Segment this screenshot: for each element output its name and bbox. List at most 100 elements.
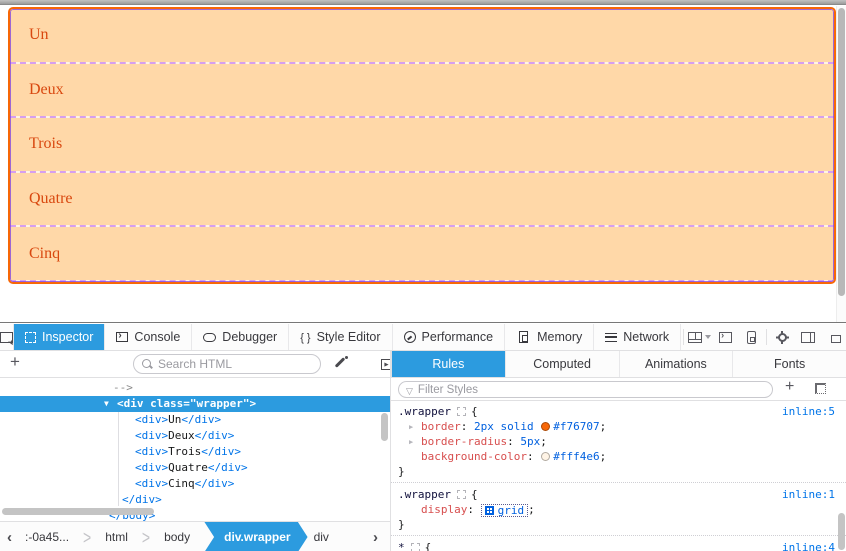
color-swatch[interactable] — [541, 422, 550, 431]
color-swatch[interactable] — [541, 452, 550, 461]
console-icon — [116, 332, 128, 342]
split-console-button[interactable] — [712, 324, 738, 350]
search-html-box[interactable] — [133, 354, 321, 374]
tab-label: Performance — [422, 330, 494, 344]
property-name: border — [421, 420, 461, 433]
property-value: #f76707 — [553, 420, 599, 433]
highlighter-icon[interactable] — [457, 407, 466, 416]
tab-network[interactable]: Network — [594, 324, 681, 350]
twisty-icon[interactable]: ▼ — [104, 396, 117, 412]
tab-label: Console — [134, 330, 180, 344]
sidebar-tab-animations[interactable]: Animations — [620, 351, 734, 377]
settings-icon — [776, 331, 789, 344]
filter-styles-box[interactable] — [398, 381, 773, 398]
debugger-icon — [203, 333, 216, 342]
css-declaration[interactable]: ▶border-radius: 5px; — [391, 434, 846, 449]
tab-debugger[interactable]: Debugger — [192, 324, 289, 350]
dock-menu-caret-icon — [705, 335, 711, 339]
add-rule-button[interactable]: + — [785, 378, 794, 396]
breadcrumb-item-div[interactable]: div — [308, 530, 335, 544]
highlighter-icon[interactable] — [411, 543, 420, 551]
dock-bottom-button[interactable] — [686, 324, 712, 350]
rules-toolbar: + — [391, 378, 846, 401]
rule-separator — [391, 482, 846, 483]
rule-close-line: } — [391, 464, 846, 479]
property-colon: : — [467, 503, 480, 516]
tab-console[interactable]: Console — [105, 324, 192, 350]
open-tag: <div> — [135, 429, 168, 442]
page-scrollbar[interactable] — [836, 6, 846, 322]
property-colon: : — [507, 435, 520, 448]
breadcrumb-item-html[interactable]: html — [99, 530, 134, 544]
eyedropper-icon[interactable] — [333, 356, 348, 370]
dock-side-icon — [801, 332, 815, 343]
breadcrumb-item-0a45[interactable]: :-0a45... — [19, 530, 75, 544]
sidebar-tab-fonts[interactable]: Fonts — [733, 351, 846, 377]
property-name: background-color — [421, 450, 527, 463]
breadcrumb-back-button[interactable]: ‹ — [0, 529, 19, 546]
markup-child-node[interactable]: <div>Deux</div> — [0, 428, 390, 444]
rules-vertical-scrollbar-thumb[interactable] — [838, 513, 845, 550]
rule-selector[interactable]: .wrapper — [398, 488, 451, 501]
expand-arrow-icon[interactable]: ▶ — [409, 435, 421, 450]
devtools-tab-bar: Inspector Console DebuggerStyle Editor Perf… — [0, 324, 846, 351]
tab-inspector[interactable]: Inspector — [14, 324, 105, 350]
memory-icon — [519, 331, 528, 343]
breadcrumb-forward-button[interactable]: › — [366, 529, 390, 546]
close-tag: </div> — [195, 477, 235, 490]
pseudo-class-toggle-icon[interactable] — [815, 383, 826, 394]
rule-source-link[interactable]: inline:5 — [782, 404, 835, 419]
settings-button[interactable] — [769, 324, 795, 350]
rule-source-link[interactable]: inline:1 — [782, 487, 835, 502]
windows-button[interactable] — [821, 324, 846, 350]
devtools-panel: Inspector Console DebuggerStyle Editor Perf… — [0, 322, 846, 551]
close-tag: </div> — [208, 461, 248, 474]
css-declaration[interactable]: display: grid; — [391, 502, 846, 517]
highlighter-icon[interactable] — [457, 490, 466, 499]
tab-style-editor[interactable]: Style Editor — [289, 324, 392, 350]
filter-styles-input[interactable] — [418, 384, 718, 396]
close-tag: </div> — [201, 445, 241, 458]
css-declaration[interactable]: background-color: #fff4e6; — [391, 449, 846, 464]
breadcrumb-item-divwrapper[interactable]: div.wrapper — [204, 522, 307, 551]
dock-side-button[interactable] — [795, 324, 821, 350]
page-scrollbar-thumb[interactable] — [838, 8, 845, 296]
brace-open: { — [471, 405, 478, 418]
rule-source-link[interactable]: inline:4 — [782, 540, 835, 551]
markup-toolbar: + — [0, 351, 390, 378]
markup-child-node[interactable]: <div>Cinq</div> — [0, 476, 390, 492]
markup-child-node[interactable]: <div>Quatre</div> — [0, 460, 390, 476]
open-tag: <div> — [135, 413, 168, 426]
sidebar-tab-rules[interactable]: Rules — [392, 351, 506, 377]
grid-icon — [485, 506, 494, 515]
grid-highlighter-toggle[interactable]: grid — [481, 504, 529, 517]
markup-vertical-scrollbar-thumb[interactable] — [381, 413, 388, 441]
close-tag: </div> — [195, 429, 235, 442]
markup-child-node[interactable]: <div>Un</div> — [0, 412, 390, 428]
markup-comment-end[interactable]: --> — [0, 380, 390, 396]
tab-performance[interactable]: Performance — [393, 324, 506, 350]
responsive-mode-button[interactable] — [738, 324, 764, 350]
markup-child-node[interactable]: <div>Trois</div> — [0, 444, 390, 460]
sidebar-tab-computed[interactable]: Computed — [506, 351, 620, 377]
css-declaration[interactable]: ▶border: 2px solid #f76707; — [391, 419, 846, 434]
rule-selector-line: .wrapper{inline:1 — [391, 487, 846, 502]
inspector-icon — [25, 332, 36, 343]
performance-icon — [404, 331, 416, 343]
add-node-button[interactable]: + — [10, 352, 20, 372]
markup-selected-node[interactable]: ▼<div class="wrapper"> — [0, 396, 390, 412]
tab-memory[interactable]: Memory — [505, 324, 594, 350]
node-text: Cinq — [168, 477, 195, 490]
rule-selector[interactable]: .wrapper — [398, 405, 451, 418]
search-html-input[interactable] — [158, 357, 298, 371]
rule-selector-line: *{inline:4 — [391, 540, 846, 551]
pick-element-button[interactable] — [0, 324, 14, 350]
rule-selector[interactable]: * — [398, 541, 405, 551]
open-tag: <div> — [135, 461, 168, 474]
property-value: 2px solid — [474, 420, 540, 433]
expand-arrow-icon[interactable]: ▶ — [409, 420, 421, 435]
markup-horizontal-scrollbar-thumb[interactable] — [2, 508, 154, 515]
breadcrumb-item-body[interactable]: body — [158, 530, 196, 544]
markup-close-tag[interactable]: </div> — [0, 492, 390, 508]
node-text: Trois — [168, 445, 201, 458]
